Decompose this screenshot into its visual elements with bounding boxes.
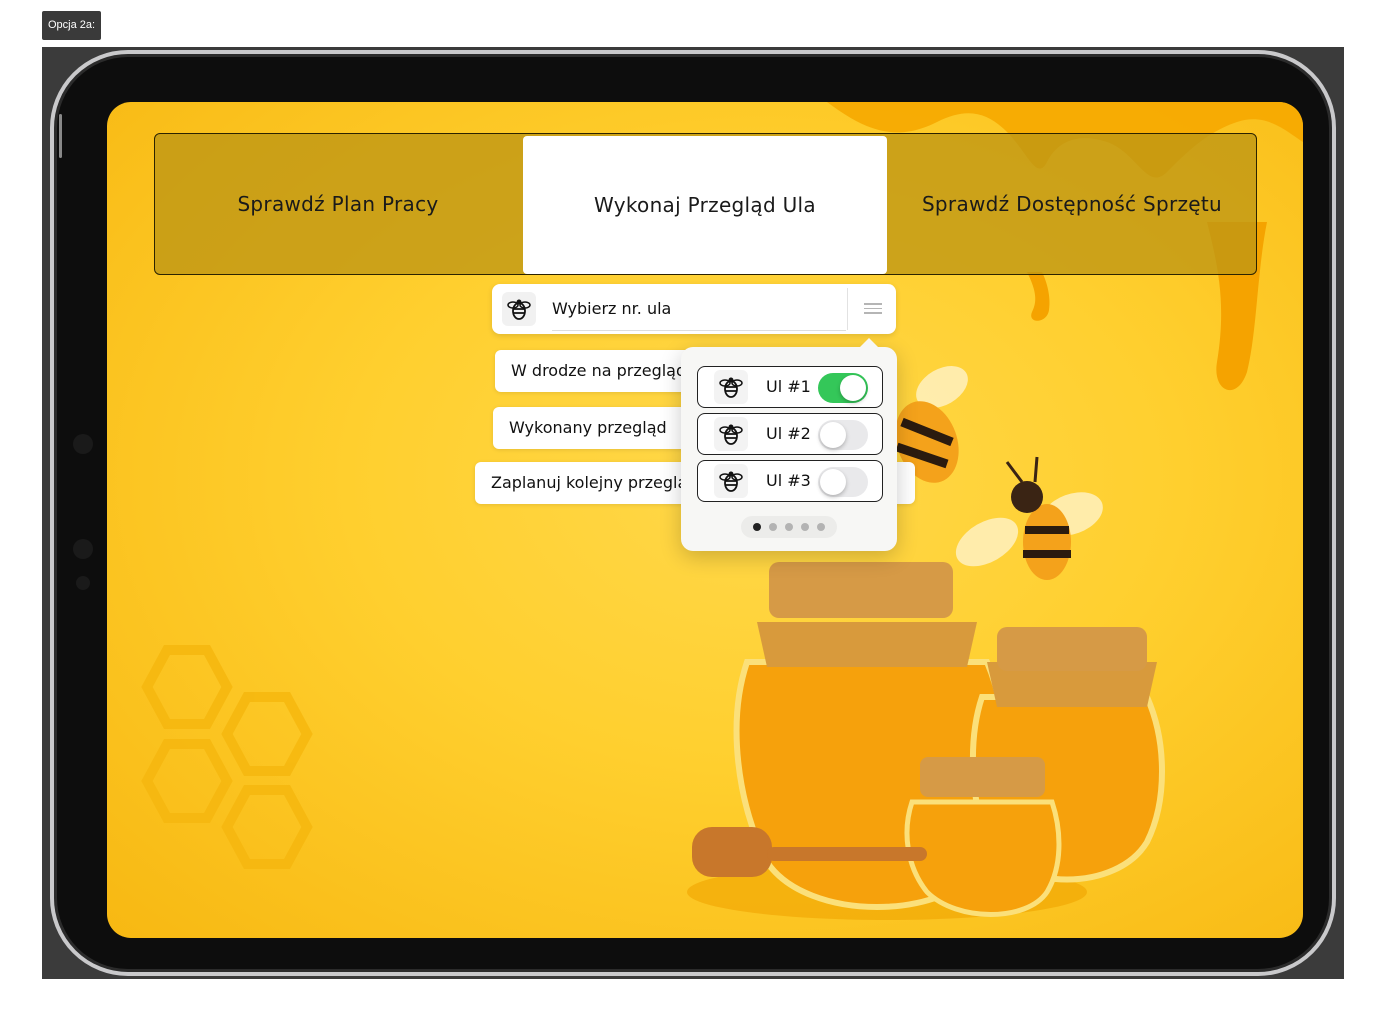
- toggle-knob: [840, 375, 866, 401]
- option-label: W drodze na przegląd: [511, 361, 687, 380]
- option-inspection-done[interactable]: Wykonany przegląd: [493, 407, 699, 449]
- menu-icon[interactable]: [864, 303, 882, 315]
- hive-row-2[interactable]: Ul #2: [697, 413, 883, 455]
- hive-select[interactable]: Wybierz nr. ula: [492, 284, 896, 334]
- page-dot[interactable]: [785, 523, 793, 531]
- select-underline: [552, 330, 846, 331]
- hive-label: Ul #3: [766, 471, 811, 490]
- popover-arrow: [859, 338, 879, 348]
- tab-work-plan[interactable]: Sprawdź Plan Pracy: [155, 134, 521, 274]
- toggle-knob: [820, 469, 846, 495]
- option-on-the-way[interactable]: W drodze na przegląd: [495, 350, 711, 392]
- hive-toggle-2[interactable]: [818, 420, 868, 450]
- hive-toggle-3[interactable]: [818, 467, 868, 497]
- hive-toggle-1[interactable]: [818, 373, 868, 403]
- page-dot[interactable]: [817, 523, 825, 531]
- hive-label: Ul #2: [766, 424, 811, 443]
- option-label: Wykonany przegląd: [509, 418, 667, 437]
- bee-icon: [714, 417, 748, 451]
- tab-label: Sprawdź Plan Pracy: [237, 192, 439, 216]
- tab-hive-inspection[interactable]: Wykonaj Przegląd Ula: [523, 136, 887, 274]
- frame-label: Opcja 2a:: [42, 11, 102, 40]
- stage: Sprawdź Plan Pracy Wykonaj Przegląd Ula …: [42, 47, 1344, 979]
- bee-icon: [714, 464, 748, 498]
- hive-label: Ul #1: [766, 377, 811, 396]
- page-dot[interactable]: [801, 523, 809, 531]
- tab-bar: Sprawdź Plan Pracy Wykonaj Przegląd Ula …: [154, 133, 1257, 275]
- app-screen: Sprawdź Plan Pracy Wykonaj Przegląd Ula …: [107, 102, 1303, 938]
- hive-row-1[interactable]: Ul #1: [697, 366, 883, 408]
- volume-button: [59, 114, 62, 158]
- page-dot[interactable]: [753, 523, 761, 531]
- tab-label: Sprawdź Dostępność Sprzętu: [921, 192, 1223, 216]
- page-indicator[interactable]: [741, 516, 837, 538]
- option-label: Zaplanuj kolejny przegląd: [491, 473, 698, 492]
- sensor-icon: [76, 576, 90, 590]
- camera-icon: [73, 434, 93, 454]
- tab-label: Wykonaj Przegląd Ula: [594, 193, 816, 217]
- camera-icon: [73, 539, 93, 559]
- hive-select-placeholder: Wybierz nr. ula: [552, 299, 672, 318]
- tab-equipment-availability[interactable]: Sprawdź Dostępność Sprzętu: [889, 134, 1255, 274]
- hive-row-3[interactable]: Ul #3: [697, 460, 883, 502]
- tablet-frame: Sprawdź Plan Pracy Wykonaj Przegląd Ula …: [50, 50, 1336, 976]
- page-dot[interactable]: [769, 523, 777, 531]
- bee-icon: [502, 292, 536, 326]
- hive-popover: Ul #1 Ul #2 Ul #3: [681, 338, 897, 551]
- toggle-knob: [820, 422, 846, 448]
- bee-icon: [714, 370, 748, 404]
- select-divider: [847, 288, 848, 330]
